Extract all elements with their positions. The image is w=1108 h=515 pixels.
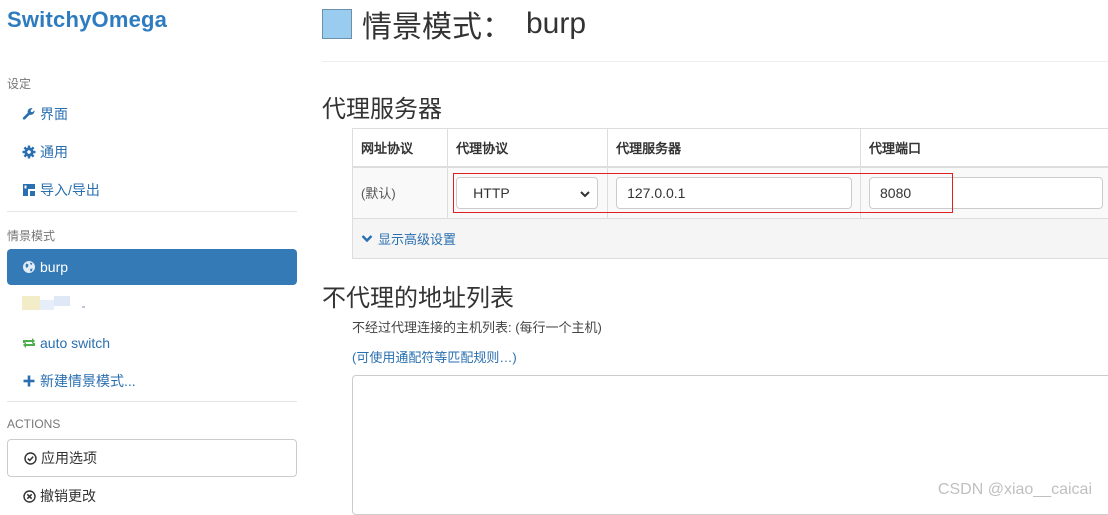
sidebar-item-label: auto switch	[40, 335, 110, 351]
bypass-description: 不经过代理连接的主机列表: (每行一个主机)	[352, 317, 602, 336]
main-content: 情景模式： burp 代理服务器 网址协议 代理协议 代理服务器 代理端口 (默…	[304, 0, 1108, 509]
discard-changes-label: 撤销更改	[40, 486, 96, 506]
chevron-down-icon	[361, 234, 373, 244]
column-header: 代理端口	[861, 129, 1108, 167]
actions-header: ACTIONS	[7, 417, 60, 431]
sidebar-item-label: 导入/导出	[40, 180, 100, 200]
sidebar-item-label: 新建情景模式...	[40, 371, 136, 391]
divider	[322, 61, 1108, 62]
proxy-protocol-value: HTTP	[473, 185, 510, 201]
wrench-icon	[21, 106, 37, 122]
apply-options-label: 应用选项	[41, 448, 97, 468]
sidebar-item-profile-burp[interactable]: burp	[7, 249, 297, 285]
settings-header: 设定	[7, 75, 31, 92]
sidebar-item-import-export[interactable]: 导入/导出	[7, 172, 297, 208]
auto-switch-icon	[21, 335, 37, 351]
close-circle-icon	[21, 488, 37, 504]
divider	[7, 401, 297, 402]
sidebar-item-general[interactable]: 通用	[7, 134, 297, 170]
chevron-down-icon	[579, 188, 591, 200]
watermark: CSDN @xiao__caicai	[938, 481, 1092, 499]
bypass-section-title: 不代理的地址列表	[322, 278, 514, 313]
sidebar-item-label: burp	[40, 259, 68, 275]
sidebar: SwitchyOmega 设定 界面 通用 导入/导出 情景模式 burp au…	[0, 0, 304, 509]
app-brand[interactable]: SwitchyOmega	[7, 7, 167, 33]
profile-name[interactable]: burp	[526, 7, 586, 41]
column-header: 代理服务器	[608, 129, 861, 167]
table-row: 显示高级设置	[353, 219, 1108, 259]
proxy-port-input[interactable]: 8080	[869, 177, 1103, 209]
proxy-port-value: 8080	[880, 185, 911, 201]
plus-icon	[21, 373, 37, 389]
sidebar-item-interface[interactable]: 界面	[7, 96, 297, 132]
page-title-prefix: 情景模式：	[362, 2, 512, 46]
table-row: (默认) HTTP 127.0.0.1 8080	[353, 167, 1108, 219]
proxy-servers-table: 网址协议 代理协议 代理服务器 代理端口 (默认) HTTP 127.0.0.1	[352, 128, 1108, 259]
show-advanced-toggle[interactable]: 显示高级设置	[361, 229, 456, 248]
bypass-rules-help-link[interactable]: (可使用通配符等匹配规则…)	[352, 347, 517, 366]
proxy-server-value: 127.0.0.1	[627, 185, 685, 201]
apply-options-button[interactable]: 应用选项	[7, 439, 297, 477]
profile-color-swatch[interactable]	[322, 9, 352, 39]
check-circle-icon	[22, 450, 38, 466]
sidebar-item-label: 界面	[40, 104, 68, 124]
column-header: 代理协议	[448, 129, 608, 167]
globe-icon	[21, 259, 37, 275]
sidebar-item-auto-switch[interactable]: auto switch	[7, 325, 297, 361]
divider	[7, 211, 297, 212]
discard-changes-button[interactable]: 撤销更改	[7, 484, 297, 508]
scheme-cell: (默认)	[353, 167, 448, 219]
import-export-icon	[21, 182, 37, 198]
sidebar-item-new-profile[interactable]: 新建情景模式...	[7, 363, 297, 399]
show-advanced-label: 显示高级设置	[378, 229, 456, 248]
page-title: 情景模式： burp	[322, 4, 586, 44]
profiles-header: 情景模式	[7, 227, 55, 244]
column-header: 网址协议	[353, 129, 448, 167]
gear-icon	[21, 144, 37, 160]
proxy-server-input[interactable]: 127.0.0.1	[616, 177, 852, 209]
proxy-protocol-select[interactable]: HTTP	[456, 177, 598, 209]
sidebar-item-label: 通用	[40, 142, 68, 162]
sidebar-item-blurred-profile[interactable]	[22, 294, 86, 312]
proxy-section-title: 代理服务器	[322, 89, 442, 124]
